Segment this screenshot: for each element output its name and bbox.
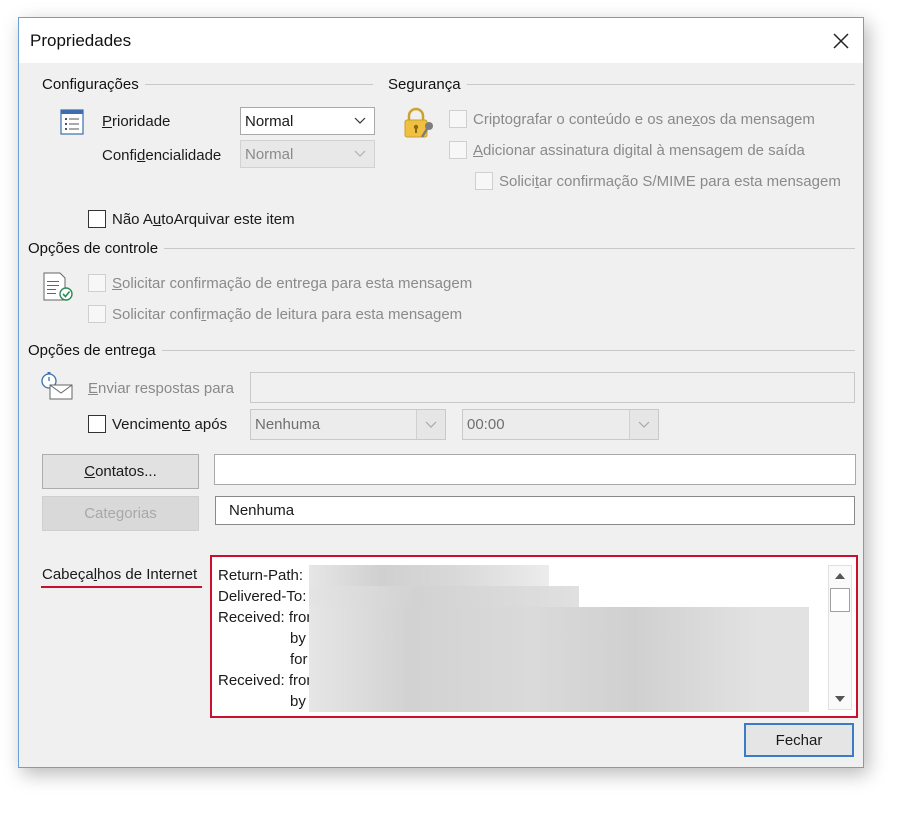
redacted-header-content-2: [309, 607, 809, 712]
delivery-receipt-label: Solicitar confirmação de entrega para es…: [112, 275, 473, 292]
security-group-label: Segurança: [388, 76, 467, 93]
chevron-down-icon: [346, 108, 374, 134]
delivery-group-label: Opções de entrega: [28, 342, 162, 359]
stopwatch-envelope-icon: [41, 372, 73, 400]
close-button[interactable]: [819, 18, 863, 63]
chevron-down-icon: [629, 410, 658, 439]
confidentiality-select[interactable]: Normal: [240, 140, 375, 168]
contacts-field[interactable]: [214, 454, 856, 485]
encrypt-checkbox[interactable]: [449, 110, 467, 128]
read-receipt-checkbox[interactable]: [88, 305, 106, 323]
delivery-receipt-checkbox[interactable]: [88, 274, 106, 292]
internet-headers-label: Cabeçalhos de Internet: [42, 566, 198, 583]
lock-key-icon: [404, 107, 433, 138]
scroll-up-icon[interactable]: [834, 572, 846, 580]
no-autoarchive-checkbox[interactable]: [88, 210, 106, 228]
categories-field[interactable]: Nenhuma: [215, 496, 855, 525]
chevron-down-icon: [346, 141, 374, 167]
encrypt-label: Criptografar o conteúdo e os anexos da m…: [473, 111, 815, 128]
scroll-down-icon[interactable]: [834, 695, 846, 703]
title-bar: Propriedades: [19, 18, 863, 63]
internet-headers-box[interactable]: Return-Path: Delivered-To: Received: fro…: [210, 555, 858, 718]
chevron-down-icon: [416, 410, 445, 439]
smime-receipt-label: Solicitar confirmação S/MIME para esta m…: [499, 173, 841, 190]
expires-time-select[interactable]: 00:00: [462, 409, 659, 440]
categories-button[interactable]: Categorias: [42, 496, 199, 531]
contacts-button[interactable]: Contatos...: [42, 454, 199, 489]
settings-list-icon: [60, 109, 84, 135]
confidentiality-label: Confidencialidade: [102, 147, 222, 164]
priority-label: Prioridade: [102, 113, 171, 130]
close-dialog-button[interactable]: Fechar: [744, 723, 854, 757]
scroll-thumb[interactable]: [830, 588, 850, 612]
dialog-title: Propriedades: [30, 31, 132, 50]
tracking-checklist-icon: [43, 272, 73, 301]
reply-to-field[interactable]: [250, 372, 855, 403]
no-autoarchive-label: Não AutoArquivar este item: [112, 211, 295, 228]
expires-label: Vencimento após: [112, 416, 228, 433]
internet-headers-text: Return-Path: Delivered-To: Received: fro…: [218, 567, 319, 710]
priority-select[interactable]: Normal: [240, 107, 375, 135]
reply-to-label: Enviar respostas para: [88, 380, 234, 397]
digital-signature-label: Adicionar assinatura digital à mensagem …: [473, 142, 805, 159]
digital-signature-checkbox[interactable]: [449, 141, 467, 159]
tracking-group-label: Opções de controle: [28, 240, 165, 257]
headers-scrollbar[interactable]: [828, 565, 852, 710]
settings-group-label: Configurações: [42, 76, 145, 93]
properties-dialog: Propriedades Configurações Prioridade No…: [18, 17, 864, 768]
expires-checkbox[interactable]: [88, 415, 106, 433]
smime-receipt-checkbox[interactable]: [475, 172, 493, 190]
expires-date-select[interactable]: Nenhuma: [250, 409, 446, 440]
internet-headers-underline-mark: [41, 586, 202, 588]
close-icon: [833, 32, 849, 49]
read-receipt-label: Solicitar confirmação de leitura para es…: [112, 306, 463, 323]
